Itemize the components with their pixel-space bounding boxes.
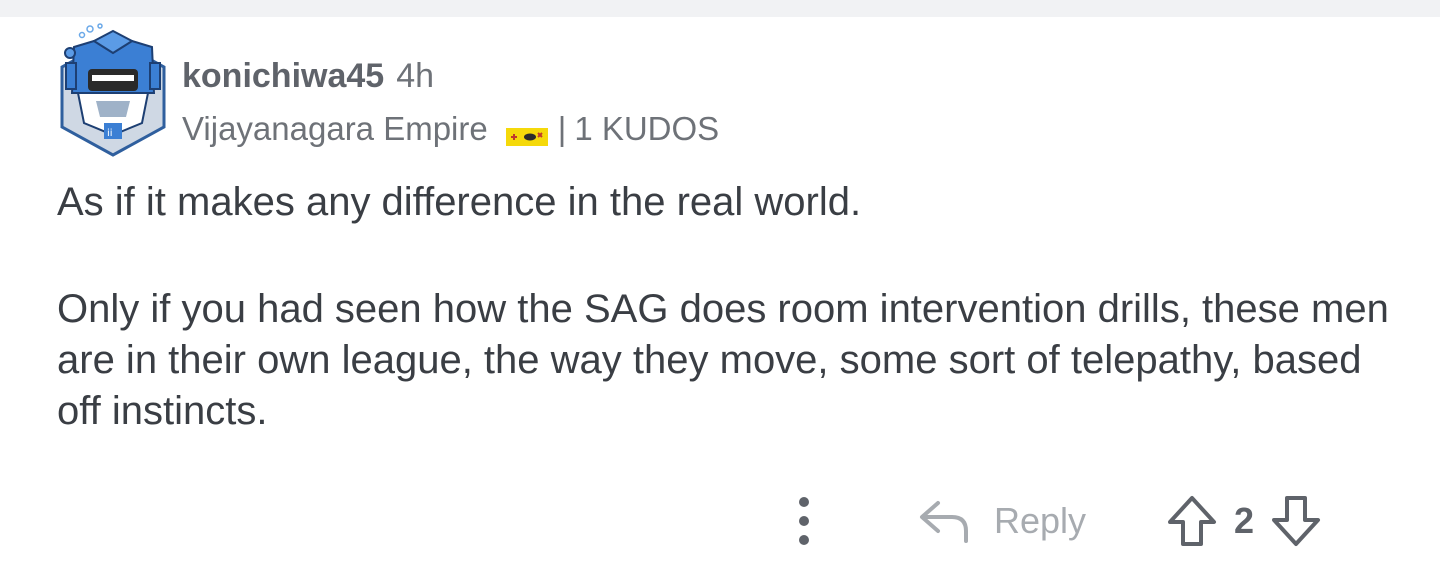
upvote-arrow-icon xyxy=(1168,496,1216,546)
flag-icon xyxy=(505,118,548,146)
comment-timestamp: 4h xyxy=(396,57,435,95)
comment-paragraph: As if it makes any difference in the rea… xyxy=(57,180,862,224)
kudos-count: 1 KUDOS xyxy=(574,110,720,147)
avatar[interactable]: ii xyxy=(56,23,170,159)
comment-paragraph: Only if you had seen how the SAG does ro… xyxy=(57,287,1389,433)
svg-text:ii: ii xyxy=(107,128,113,139)
more-vertical-icon xyxy=(799,497,809,545)
author-username[interactable]: konichiwa45 xyxy=(182,57,384,96)
upvote-button[interactable] xyxy=(1166,494,1218,548)
author-flair-line: Vijayanagara Empire | 1 KUDOS xyxy=(182,109,719,149)
comment-actions: Reply 2 xyxy=(0,487,1440,557)
comment-card: ii konichiwa45 4h Vijayanagara Empire | xyxy=(0,17,1440,566)
reply-label: Reply xyxy=(994,500,1087,541)
vote-controls: 2 xyxy=(1166,493,1322,549)
comment-meta: konichiwa45 4h Vijayanagara Empire | 1 K… xyxy=(182,57,719,149)
flair-separator: | xyxy=(557,110,567,147)
vote-count: 2 xyxy=(1234,500,1255,541)
downvote-button[interactable] xyxy=(1270,494,1322,548)
author-line: konichiwa45 4h xyxy=(182,57,719,99)
reply-button[interactable]: Reply xyxy=(918,491,1086,551)
top-divider-strip xyxy=(0,0,1440,17)
author-flair-text: Vijayanagara Empire xyxy=(182,110,488,147)
reply-arrow-icon xyxy=(920,501,968,543)
comment-body: As if it makes any difference in the rea… xyxy=(57,177,1397,437)
more-options-button[interactable] xyxy=(790,494,818,548)
downvote-arrow-icon xyxy=(1272,496,1321,546)
robot-avatar-icon: ii xyxy=(60,23,166,157)
